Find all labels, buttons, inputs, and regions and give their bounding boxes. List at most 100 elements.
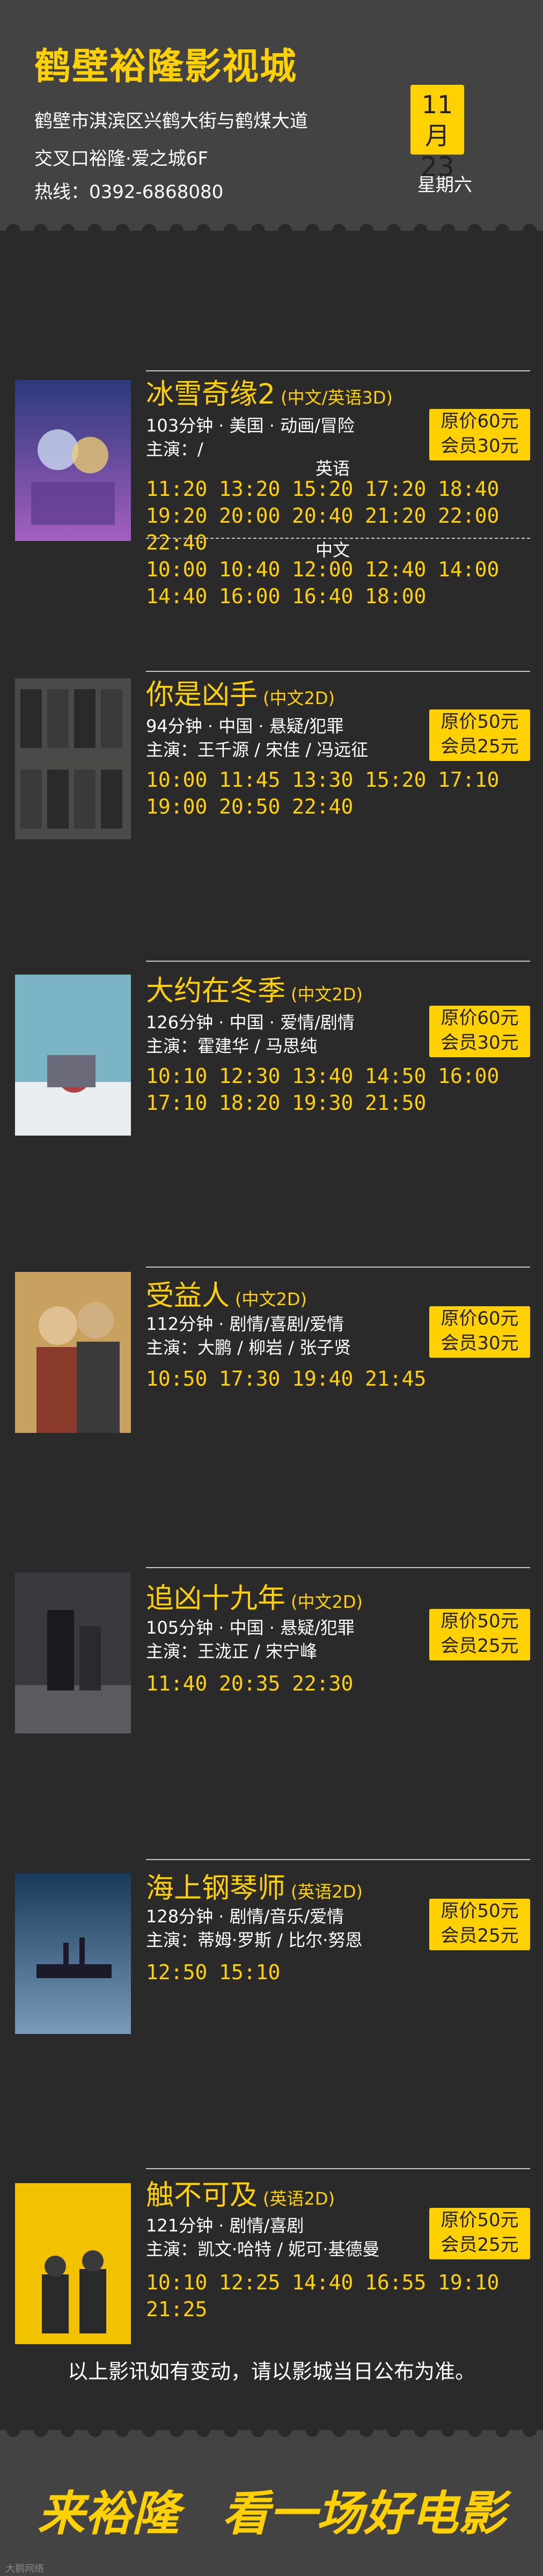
showtime[interactable]: 19:30 bbox=[292, 1089, 365, 1116]
showtime[interactable]: 22:40 bbox=[292, 793, 365, 820]
cinema-name: 鹤壁裕隆影视城 bbox=[34, 46, 298, 88]
showtime[interactable]: 17:10 bbox=[146, 1089, 219, 1116]
showtime[interactable]: 16:40 bbox=[292, 583, 365, 610]
showtime[interactable]: 18:00 bbox=[365, 583, 438, 610]
showtime[interactable]: 22:40 bbox=[146, 529, 219, 556]
showtime[interactable]: 22:00 bbox=[438, 502, 511, 529]
member-price: 会员25元 bbox=[441, 1635, 519, 1657]
movie-cast: 主演：霍建华 / 马思纯 bbox=[146, 1036, 318, 1056]
movie-format: (中文2D) bbox=[235, 1289, 307, 1309]
showtime[interactable]: 11:40 bbox=[146, 1670, 219, 1697]
showtime[interactable]: 19:40 bbox=[292, 1365, 365, 1392]
movie-title[interactable]: 冰雪奇缘2 bbox=[146, 378, 275, 411]
movie-meta: 105分钟 · 中国 · 悬疑/犯罪 bbox=[146, 1618, 355, 1638]
movie-poster[interactable] bbox=[15, 2183, 131, 2344]
showtime[interactable]: 10:10 bbox=[146, 2269, 219, 2296]
showtime[interactable]: 21:50 bbox=[365, 1089, 438, 1116]
showtime[interactable]: 12:00 bbox=[292, 556, 365, 583]
original-price: 原价50元 bbox=[441, 1611, 519, 1632]
movie-poster[interactable] bbox=[15, 678, 131, 839]
showtime[interactable]: 21:25 bbox=[146, 2296, 219, 2323]
showtime[interactable]: 20:35 bbox=[219, 1670, 292, 1697]
movie-poster[interactable] bbox=[15, 975, 131, 1136]
movie-cast: 主演：蒂姆·罗斯 / 比尔·努恩 bbox=[146, 1930, 363, 1950]
movie-format: (中文2D) bbox=[291, 1592, 363, 1612]
showtime[interactable]: 12:25 bbox=[219, 2269, 292, 2296]
movie-poster[interactable] bbox=[15, 380, 131, 541]
movie-title[interactable]: 海上钢琴师 bbox=[146, 1872, 285, 1905]
movie-poster[interactable] bbox=[15, 1873, 131, 2034]
movie-title[interactable]: 你是凶手 bbox=[146, 679, 258, 711]
showtime[interactable]: 22:30 bbox=[292, 1670, 365, 1697]
showtime[interactable]: 12:40 bbox=[365, 556, 438, 583]
showtime[interactable]: 14:40 bbox=[146, 583, 219, 610]
showtime[interactable]: 14:40 bbox=[292, 2269, 365, 2296]
showtime[interactable]: 15:20 bbox=[365, 766, 438, 793]
showtime[interactable]: 12:50 bbox=[146, 1959, 219, 1986]
movie-format: (中文2D) bbox=[291, 984, 363, 1005]
showtime[interactable]: 11:45 bbox=[219, 766, 292, 793]
showtime[interactable]: 15:20 bbox=[292, 475, 365, 502]
showtime[interactable]: 12:30 bbox=[219, 1063, 292, 1089]
showtime[interactable]: 18:40 bbox=[438, 475, 511, 502]
movie-meta: 126分钟 · 中国 · 爱情/剧情 bbox=[146, 1012, 355, 1033]
showtime[interactable]: 14:50 bbox=[365, 1063, 438, 1089]
showtime[interactable]: 13:30 bbox=[292, 766, 365, 793]
original-price: 原价50元 bbox=[441, 2209, 519, 2231]
showtime[interactable]: 21:45 bbox=[365, 1365, 438, 1392]
showtime[interactable]: 16:00 bbox=[219, 583, 292, 610]
showtime[interactable]: 10:40 bbox=[219, 556, 292, 583]
showtime[interactable]: 20:00 bbox=[219, 502, 292, 529]
slogan-part-2: 看一场好电影 bbox=[222, 2485, 506, 2541]
movie-poster[interactable] bbox=[15, 1272, 131, 1433]
slogan: 来裕隆 看一场好电影 bbox=[0, 2476, 543, 2544]
showtimes: 10:00 11:45 13:30 15:20 17:10 19:00 20:50 22:40 bbox=[146, 766, 511, 820]
weekday: 星期六 bbox=[417, 174, 472, 196]
showtime[interactable]: 13:20 bbox=[219, 475, 292, 502]
showtime[interactable]: 16:55 bbox=[365, 2269, 438, 2296]
showtime[interactable]: 19:00 bbox=[146, 793, 219, 820]
showtime[interactable]: 10:50 bbox=[146, 1365, 219, 1392]
showtime[interactable]: 10:00 bbox=[146, 766, 219, 793]
showtime[interactable]: 11:20 bbox=[146, 475, 219, 502]
showtime[interactable]: 18:20 bbox=[219, 1089, 292, 1116]
showtime[interactable]: 21:20 bbox=[365, 502, 438, 529]
movie-poster[interactable] bbox=[15, 1572, 131, 1733]
hotline: 热线：0392-6868080 bbox=[34, 181, 224, 203]
movie-format: (中文/英语3D) bbox=[281, 387, 393, 408]
showtime[interactable]: 19:20 bbox=[146, 502, 219, 529]
showtime[interactable]: 10:10 bbox=[146, 1063, 219, 1089]
movie-title[interactable]: 触不可及 bbox=[146, 2179, 258, 2212]
movie-title[interactable]: 受益人 bbox=[146, 1280, 230, 1312]
member-price: 会员25元 bbox=[441, 736, 519, 757]
showtime[interactable]: 13:40 bbox=[292, 1063, 365, 1089]
slogan-part-1: 来裕隆 bbox=[37, 2485, 179, 2541]
showtime[interactable]: 10:00 bbox=[146, 556, 219, 583]
movie-format: (英语2D) bbox=[263, 2189, 335, 2209]
showtime[interactable]: 17:20 bbox=[365, 475, 438, 502]
movie-meta: 103分钟 · 美国 · 动画/冒险 bbox=[146, 415, 355, 436]
movie-title[interactable]: 大约在冬季 bbox=[146, 975, 285, 1007]
member-price: 会员30元 bbox=[441, 1032, 519, 1053]
showtime[interactable]: 14:00 bbox=[438, 556, 511, 583]
original-price: 原价60元 bbox=[441, 1007, 519, 1029]
movie-cast: 主演：王泷正 / 宋宁峰 bbox=[146, 1641, 318, 1662]
showtime[interactable]: 15:10 bbox=[219, 1959, 292, 1986]
footer-banner: 来裕隆 看一场好电影 bbox=[0, 2430, 543, 2576]
showtimes: 11:40 20:35 22:30 bbox=[146, 1670, 511, 1697]
cinema-header: 鹤壁裕隆影视城 鹤壁市淇滨区兴鹤大街与鹤煤大道 交叉口裕隆·爱之城6F 热线：0… bbox=[0, 0, 543, 231]
movie-title[interactable]: 追凶十九年 bbox=[146, 1583, 285, 1615]
showtime[interactable]: 19:10 bbox=[438, 2269, 511, 2296]
showtime[interactable]: 20:40 bbox=[292, 502, 365, 529]
original-price: 原价60元 bbox=[441, 1308, 519, 1329]
watermark: 大鹅网络 bbox=[5, 2563, 44, 2574]
showtime[interactable]: 17:10 bbox=[438, 766, 511, 793]
movie-meta: 128分钟 · 剧情/音乐/爱情 bbox=[146, 1906, 344, 1927]
movie-meta: 121分钟 · 剧情/喜剧 bbox=[146, 2215, 304, 2236]
showtime[interactable]: 16:00 bbox=[438, 1063, 511, 1089]
showtime[interactable]: 17:30 bbox=[219, 1365, 292, 1392]
date-month: 11月 bbox=[421, 90, 453, 150]
showtime[interactable]: 20:50 bbox=[219, 793, 292, 820]
divider bbox=[146, 1267, 530, 1268]
movie-cast: 主演：大鹏 / 柳岩 / 张子贤 bbox=[146, 1337, 351, 1358]
